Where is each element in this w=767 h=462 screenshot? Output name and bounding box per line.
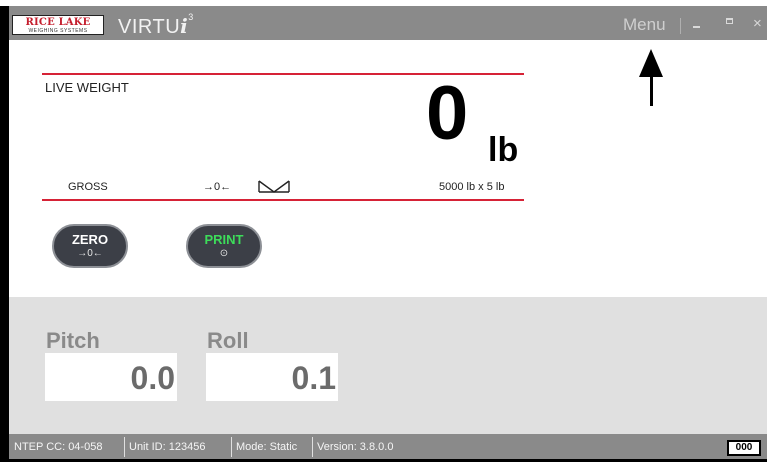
screenshot-border-left [0,6,9,462]
zero-icon: →0← [77,248,103,259]
weight-unit: lb [488,131,519,169]
ntep-status: NTEP CC: 04-058 [14,441,103,453]
minimize-icon[interactable] [693,26,700,28]
center-of-zero-icon: →0← [203,181,232,193]
logo-text: RICE LAKE [25,17,91,28]
print-button[interactable]: PRINT ⊙ [186,224,262,268]
status-divider [312,437,313,457]
close-icon[interactable]: × [753,15,762,32]
status-divider [231,437,232,457]
logo-subtext: WEIGHING SYSTEMS [28,28,88,34]
zero-button[interactable]: ZERO →0← [52,224,128,268]
zero-button-label: ZERO [71,232,109,247]
status-divider [124,437,125,457]
maximize-icon[interactable] [726,18,733,24]
annotation-arrow-head [639,49,663,77]
print-icon: ⊙ [219,248,229,259]
pitch-value-box: 0.0 [45,353,177,401]
roll-label: Roll [207,328,249,353]
brand-name: VIRTU [118,16,181,38]
roll-value: 0.1 [291,360,336,396]
print-button-label: PRINT [204,232,244,247]
menu-button[interactable]: Menu [623,15,666,35]
capacity-label: 5000 lb x 5 lb [439,181,505,193]
application-window: RICE LAKE WEIGHING SYSTEMS VIRTUi3 Menu … [0,0,767,462]
standstill-icon [258,180,290,193]
weight-value: 0 [426,71,469,156]
pitch-label: Pitch [46,328,100,353]
version-status: Version: 3.8.0.0 [317,441,394,453]
gross-mode-label: GROSS [68,181,108,193]
title-bar: RICE LAKE WEIGHING SYSTEMS VIRTUi3 Menu … [8,6,767,40]
titlebar-divider [680,18,681,34]
weight-bottom-divider [42,199,524,201]
unit-id-status: Unit ID: 123456 [129,441,206,453]
brand-superscript: 3 [188,12,194,22]
rice-lake-logo: RICE LAKE WEIGHING SYSTEMS [12,15,104,35]
status-indicator-badge: 000 [727,440,761,456]
annotation-arrow-shaft [650,76,653,106]
live-weight-label: LIVE WEIGHT [45,80,129,95]
status-bar: NTEP CC: 04-058 Unit ID: 123456 Mode: St… [9,434,767,460]
roll-value-box: 0.1 [206,353,338,401]
mode-status: Mode: Static [236,441,298,453]
app-brand: VIRTUi3 [118,12,194,39]
pitch-value: 0.0 [130,360,175,396]
